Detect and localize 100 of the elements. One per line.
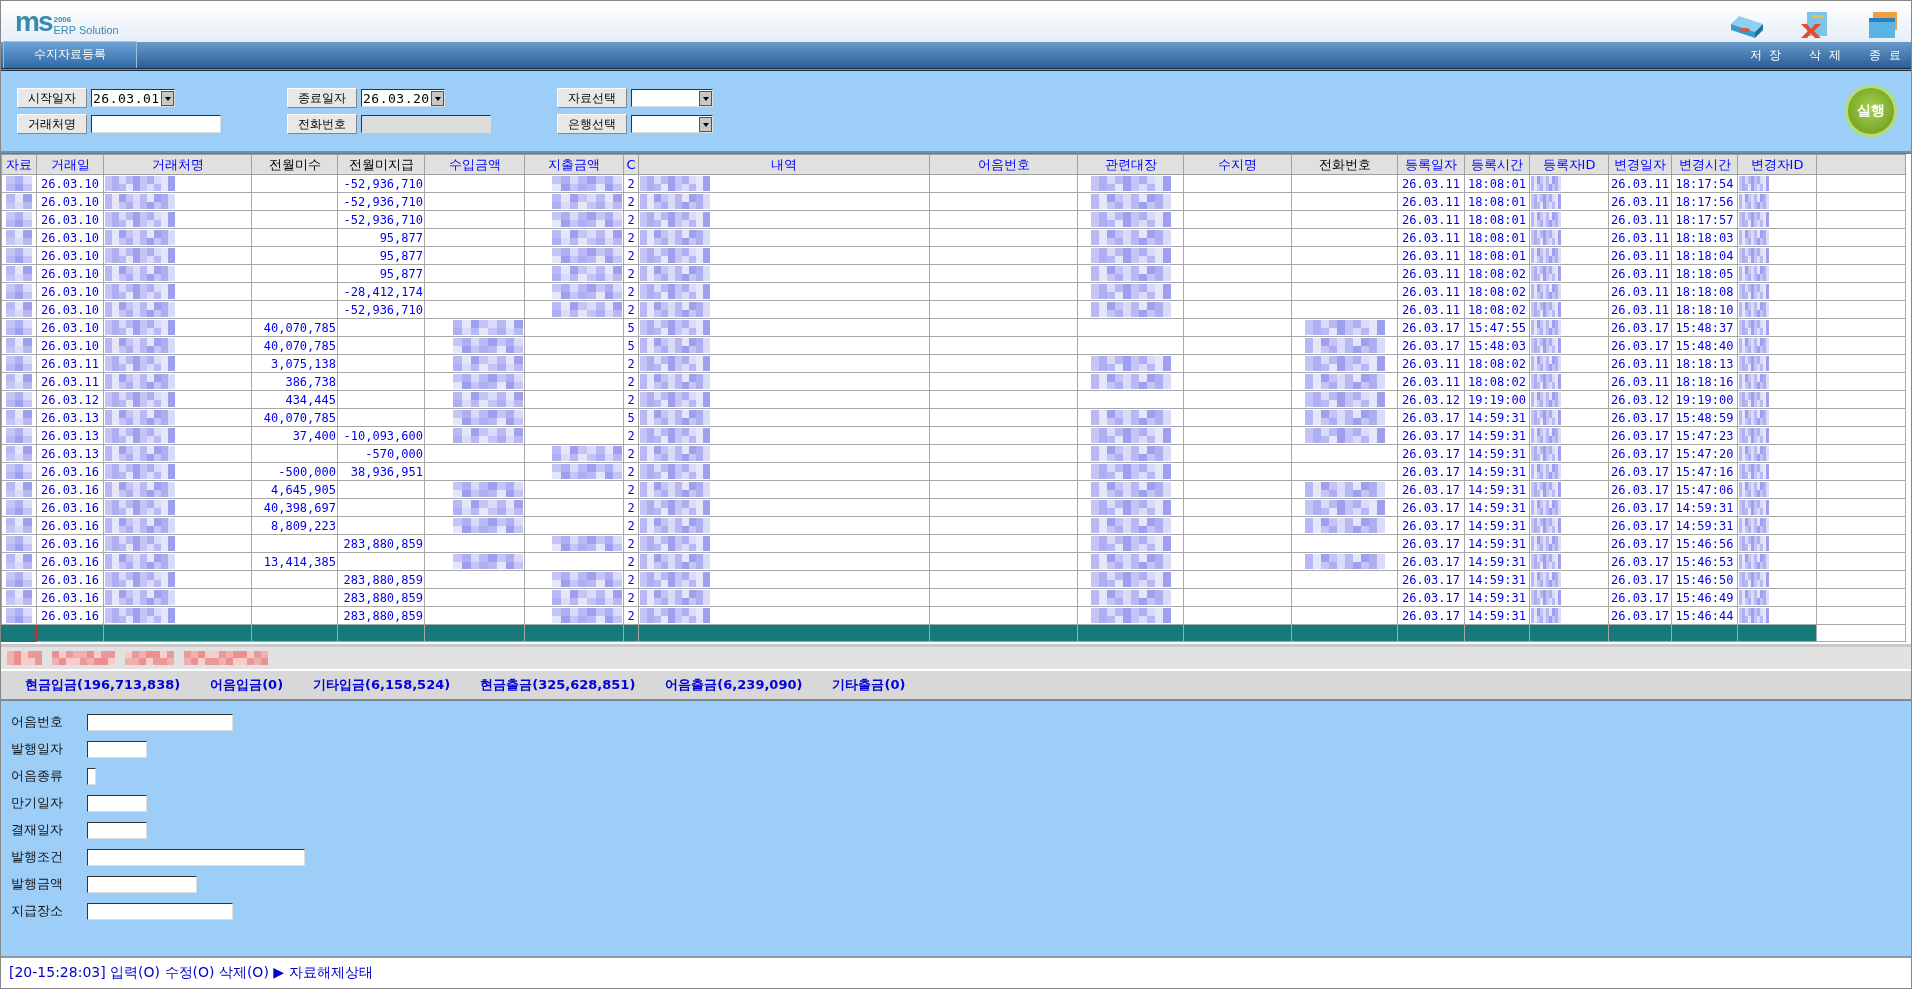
table-cell: 2: [623, 516, 639, 535]
table-cell: 26.03.17: [1608, 408, 1672, 427]
table-cell: 14:59:31: [1464, 516, 1530, 535]
filter-label-button[interactable]: 시작일자: [17, 88, 87, 108]
column-header[interactable]: 변경일자: [1608, 154, 1672, 175]
input-field[interactable]: [87, 740, 147, 758]
column-header[interactable]: 관련대장: [1077, 154, 1184, 175]
table-cell: 26.03.17: [1608, 444, 1672, 463]
table-cell: 2: [623, 192, 639, 211]
table-cell: 26.03.10: [36, 228, 104, 247]
table-cell: -570,000: [337, 444, 425, 463]
table-cell: 8,809,223: [251, 516, 338, 535]
table-cell: 18:18:10: [1671, 300, 1738, 319]
table-cell: 26.03.16: [36, 480, 104, 499]
table-cell: 26.03.11: [1397, 300, 1465, 319]
table-cell: 26.03.17: [1608, 336, 1672, 355]
toolbar-button[interactable]: 저 장: [1749, 47, 1784, 64]
table-cell: 26.03.10: [36, 336, 104, 355]
table-cell: 18:18:03: [1671, 228, 1738, 247]
column-header[interactable]: 수지명: [1183, 154, 1292, 175]
table-cell: 2: [623, 372, 639, 391]
table-cell: 18:08:02: [1464, 264, 1530, 283]
table-cell: 26.03.16: [36, 552, 104, 571]
dropdown[interactable]: 26.03.20: [361, 89, 445, 107]
input-field[interactable]: [87, 875, 197, 893]
column-header[interactable]: 지출금액: [524, 154, 624, 175]
table-cell: 26.03.17: [1397, 408, 1465, 427]
column-header[interactable]: 전월미지급: [337, 154, 425, 175]
input-field[interactable]: [87, 821, 147, 839]
column-header[interactable]: 거래일: [36, 154, 104, 175]
table-cell: 26.03.10: [36, 300, 104, 319]
column-header[interactable]: 등록시간: [1464, 154, 1530, 175]
table-cell: 40,070,785: [251, 336, 338, 355]
dropdown[interactable]: [631, 89, 713, 107]
field-label: 발행일자: [11, 740, 64, 758]
table-cell: 18:08:02: [1464, 300, 1530, 319]
table-cell: 26.03.11: [1397, 264, 1465, 283]
input-field[interactable]: [87, 713, 233, 731]
table-cell: 26.03.17: [1608, 552, 1672, 571]
input-field[interactable]: [87, 848, 305, 866]
input-field[interactable]: [87, 902, 233, 920]
tab[interactable]: 수지자료등록: [3, 41, 137, 68]
table-cell: 26.03.17: [1397, 444, 1465, 463]
status-text: [20-15:28:03] 입력(O) 수정(O) 삭제(O) ▶ 자료해제상태: [9, 964, 373, 982]
table-cell: 386,738: [251, 372, 338, 391]
table-cell: 18:18:05: [1671, 264, 1738, 283]
table-cell: 2: [623, 300, 639, 319]
total-label: 어음출금(6,239,090): [665, 676, 803, 694]
table-cell: 18:17:56: [1671, 192, 1738, 211]
input-field[interactable]: [87, 794, 147, 812]
table-cell: 2: [623, 444, 639, 463]
table-cell: 26.03.11: [1608, 264, 1672, 283]
input-field[interactable]: [91, 115, 221, 133]
column-header[interactable]: 전화번호: [1291, 154, 1398, 175]
table-cell: 18:08:01: [1464, 228, 1530, 247]
column-header[interactable]: 수입금액: [424, 154, 525, 175]
table-cell: -52,936,710: [337, 300, 425, 319]
table-cell: 4,645,905: [251, 480, 338, 499]
field-label: 만기일자: [11, 794, 64, 812]
table-cell: 26.03.17: [1608, 588, 1672, 607]
logo-year: 2006: [53, 14, 73, 24]
table-cell: 15:46:53: [1671, 552, 1738, 571]
column-header[interactable]: 변경자ID: [1737, 154, 1817, 175]
table-cell: 26.03.17: [1608, 480, 1672, 499]
column-header[interactable]: 변경시간: [1671, 154, 1738, 175]
column-header[interactable]: 거래처명: [103, 154, 252, 175]
total-label: 기타출금(0): [832, 676, 906, 694]
dropdown[interactable]: 26.03.01: [91, 89, 175, 107]
table-cell: 283,880,859: [337, 588, 425, 607]
table-cell: 26.03.11: [1608, 372, 1672, 391]
column-header[interactable]: 전월미수: [251, 154, 338, 175]
toolbar-button[interactable]: 삭 제: [1809, 47, 1844, 64]
table-cell: 2: [623, 552, 639, 571]
column-header[interactable]: 등록자ID: [1529, 154, 1609, 175]
filter-label-button[interactable]: 은행선택: [557, 114, 627, 134]
filter-label-button[interactable]: 자료선택: [557, 88, 627, 108]
table-cell: 2: [623, 588, 639, 607]
table-cell: 14:59:31: [1464, 480, 1530, 499]
filter-label-button[interactable]: 종료일자: [287, 88, 357, 108]
table-cell: 18:08:02: [1464, 372, 1530, 391]
input-field[interactable]: [87, 767, 96, 785]
column-header[interactable]: 등록일자: [1397, 154, 1465, 175]
table-cell: 26.03.17: [1397, 480, 1465, 499]
column-header[interactable]: 자료: [1, 154, 37, 175]
logo-name: ERP Solution: [53, 23, 119, 36]
table-cell: 26.03.11: [1397, 372, 1465, 391]
toolbar-button[interactable]: 종 료: [1869, 47, 1903, 64]
column-header[interactable]: 내역: [638, 154, 930, 175]
table-cell: 26.03.13: [36, 444, 104, 463]
table-cell: 26.03.17: [1397, 552, 1465, 571]
table-cell: 15:48:03: [1464, 336, 1530, 355]
logo-mark: ms: [15, 7, 52, 36]
filter-label-button[interactable]: 거래처명: [17, 114, 87, 134]
field-label: 발행조건: [11, 848, 64, 866]
dropdown[interactable]: [631, 115, 713, 133]
table-cell: 26.03.11: [36, 372, 104, 391]
column-header[interactable]: 어음번호: [929, 154, 1078, 175]
field-label: 어음번호: [11, 713, 64, 731]
table-cell: 14:59:31: [1464, 408, 1530, 427]
total-label: 현금출금(325,628,851): [480, 676, 636, 694]
